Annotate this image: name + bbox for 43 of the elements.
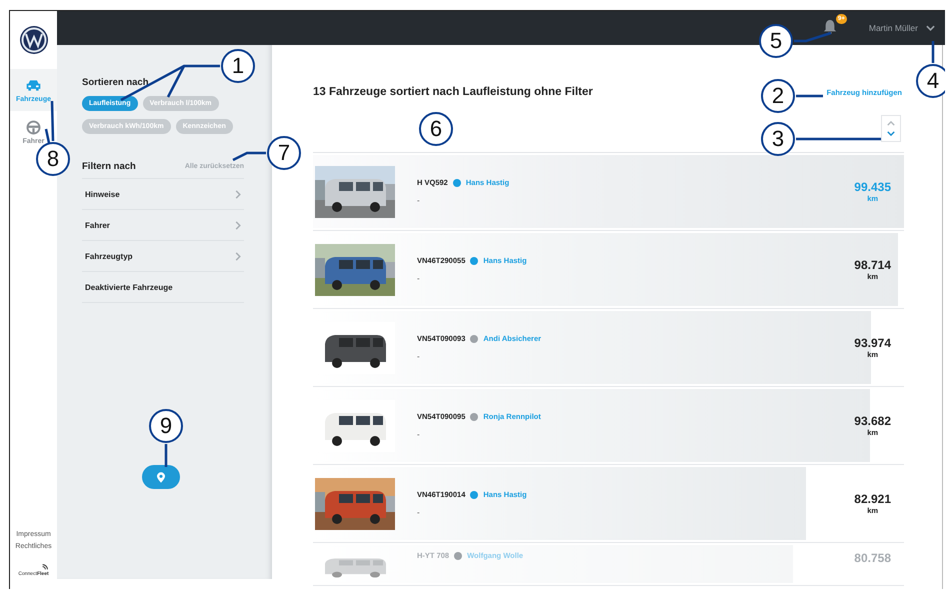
leader-line: [796, 94, 823, 98]
steering-wheel-icon: [25, 120, 42, 134]
mileage-value: 93.682: [854, 414, 891, 428]
filter-item[interactable]: Deaktivierte Fahrzeuge: [82, 272, 244, 303]
mileage-value: 93.974: [854, 336, 891, 350]
section-title: Filtern nach: [82, 161, 136, 172]
callout-marker: 6: [419, 112, 453, 146]
vehicle-note: -: [417, 508, 421, 517]
leader-line: [794, 32, 832, 42]
vehicle-note: -: [417, 430, 421, 439]
signal-icon: [40, 563, 49, 571]
callout-marker: 3: [761, 122, 795, 156]
bell-icon[interactable]: [822, 19, 837, 35]
sort-ascending-button[interactable]: [887, 121, 895, 126]
car-icon: [25, 78, 42, 92]
map-button[interactable]: [142, 465, 180, 489]
chevron-down-icon[interactable]: [926, 25, 935, 31]
mileage-value: 80.758: [854, 551, 891, 565]
filter-item[interactable]: Fahrer: [82, 210, 244, 241]
vehicle-note: -: [417, 352, 421, 361]
callout-marker: 5: [759, 24, 793, 58]
vehicle-note: -: [417, 274, 421, 283]
logo-icon: [18, 25, 48, 55]
leader-line: [232, 152, 266, 162]
chevron-right-icon: [235, 190, 241, 198]
leader-line: [932, 41, 934, 63]
mileage-value: 99.435: [854, 180, 891, 194]
sort-descending-button[interactable]: [887, 131, 895, 136]
location-pin-icon: [157, 472, 165, 482]
callout-marker: 2: [761, 79, 795, 113]
callout-marker: 7: [267, 136, 301, 170]
section-title: Sortieren nach: [82, 77, 150, 88]
callout-marker: 4: [916, 64, 945, 98]
filter-item[interactable]: Fahrzeugtyp: [82, 241, 244, 272]
mileage-value: 82.921: [854, 492, 891, 506]
page-title: 13 Fahrzeuge sortiert nach Laufleistung ohne Filter: [313, 86, 593, 98]
mileage-value: 98.714: [854, 258, 891, 272]
user-name[interactable]: Martin Müller: [868, 23, 918, 33]
leader-line: [164, 444, 168, 467]
chevron-right-icon: [235, 252, 241, 260]
vehicle-note: -: [417, 196, 421, 205]
filter-item[interactable]: Hinweise: [82, 179, 244, 210]
chevron-right-icon: [235, 220, 241, 230]
